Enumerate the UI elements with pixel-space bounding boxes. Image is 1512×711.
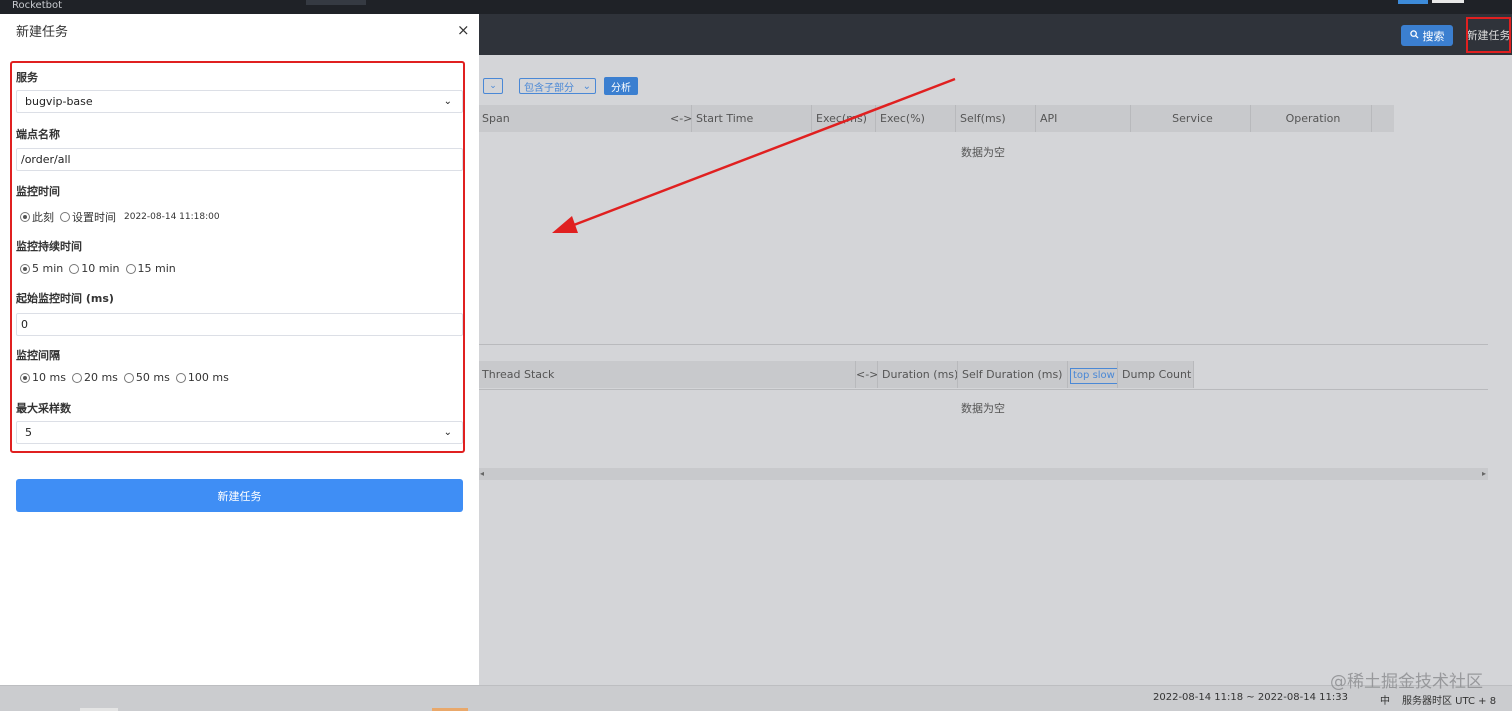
interval-10ms[interactable]: 10 ms — [20, 371, 66, 384]
col-start-time[interactable]: Start Time — [692, 105, 812, 132]
thread-table-empty: 数据为空 — [961, 402, 1005, 415]
col-operation[interactable]: Operation — [1251, 105, 1372, 132]
col-exec-pct[interactable]: Exec(%) — [876, 105, 956, 132]
close-icon[interactable]: × — [457, 22, 470, 38]
max-samples-select[interactable]: 5 ⌄ — [16, 421, 463, 444]
time-range[interactable]: 2022-08-14 11:18 ~ 2022-08-14 11:33 — [1153, 692, 1348, 703]
radio-unchecked-icon[interactable] — [69, 263, 80, 274]
start-time-input[interactable]: 0 — [16, 313, 463, 336]
interval-20ms[interactable]: 20 ms — [71, 371, 118, 384]
new-task-button[interactable]: 新建任务 — [1466, 17, 1511, 53]
max-samples-value: 5 — [25, 426, 32, 439]
chevron-down-icon: ⌄ — [489, 81, 497, 91]
span-table-empty: 数据为空 — [961, 146, 1005, 159]
include-children-select[interactable]: 包含子部分 ⌄ — [519, 78, 596, 94]
language-switch[interactable]: 中 — [1380, 692, 1390, 707]
thread-table-header: Thread Stack <-> Duration (ms) Self Dura… — [478, 361, 1194, 388]
duration-label: 监控持续时间 — [16, 240, 82, 253]
radio-checked-icon[interactable] — [20, 263, 30, 274]
service-select[interactable]: bugvip-base ⌄ — [16, 90, 463, 113]
endpoint-input[interactable]: /order/all — [16, 148, 463, 171]
monitor-time-now[interactable]: 此刻 — [20, 209, 54, 225]
new-task-drawer: 新建任务 × 服务 bugvip-base ⌄ 端点名称 /order/all … — [0, 14, 479, 685]
drawer-title: 新建任务 — [16, 25, 69, 40]
radio-unchecked-icon[interactable] — [175, 372, 186, 383]
start-time-label: 起始监控时间 (ms) — [16, 292, 114, 305]
top-slow-toggle[interactable]: top slow — [1070, 368, 1117, 384]
chevron-down-icon: ⌄ — [582, 80, 591, 92]
scroll-left-icon[interactable]: ◂ — [480, 468, 484, 480]
col-self-ms[interactable]: Self(ms) — [956, 105, 1036, 132]
col-duration[interactable]: Duration (ms) — [878, 361, 958, 388]
duration-5min[interactable]: 5 min — [20, 262, 63, 275]
col-dump-count[interactable]: Dump Count — [1118, 361, 1194, 388]
span-table-header: Span <-> Start Time Exec(ms) Exec(%) Sel… — [478, 105, 1394, 132]
search-button[interactable]: 搜索 — [1401, 25, 1453, 46]
chevron-down-icon: ⌄ — [443, 96, 452, 107]
status-bar: 2022-08-14 11:18 ~ 2022-08-14 11:33 中 服务… — [0, 685, 1512, 711]
app-brand: Rocketbot — [12, 0, 63, 11]
col-thread-stack[interactable]: Thread Stack — [478, 361, 856, 388]
monitor-time-radio-group: 此刻 设置时间 2022-08-14 11:18:00 — [20, 209, 220, 225]
col-span[interactable]: Span — [478, 105, 692, 132]
radio-checked-icon[interactable] — [20, 372, 30, 383]
interval-radio-group: 10 ms 20 ms 50 ms 100 ms — [20, 371, 235, 384]
radio-checked-icon[interactable] — [20, 212, 30, 222]
col-exec-ms[interactable]: Exec(ms) — [812, 105, 876, 132]
top-right-button[interactable] — [1398, 0, 1428, 4]
server-timezone: 服务器时区 UTC + 8 — [1402, 696, 1497, 707]
duration-15min[interactable]: 15 min — [125, 262, 176, 275]
create-task-button[interactable]: 新建任务 — [16, 479, 463, 512]
service-label: 服务 — [16, 71, 38, 84]
duration-10min[interactable]: 10 min — [69, 262, 120, 275]
radio-unchecked-icon[interactable] — [123, 372, 134, 383]
max-samples-label: 最大采样数 — [16, 402, 71, 415]
monitor-time-label: 监控时间 — [16, 185, 60, 198]
col-resize[interactable]: <-> — [856, 361, 878, 388]
top-tab[interactable] — [306, 0, 366, 5]
analyze-button[interactable]: 分析 — [604, 77, 638, 95]
endpoint-label: 端点名称 — [16, 128, 60, 141]
filter-select[interactable]: ⌄ — [483, 78, 503, 94]
include-children-value: 包含子部分 — [524, 82, 574, 94]
radio-unchecked-icon[interactable] — [60, 212, 70, 222]
scroll-right-icon[interactable]: ▸ — [1482, 468, 1486, 480]
col-api[interactable]: API — [1036, 105, 1131, 132]
horizontal-scrollbar[interactable]: ◂ ▸ — [478, 468, 1488, 480]
search-button-label: 搜索 — [1422, 29, 1445, 43]
app-bar: Rocketbot — [0, 0, 1512, 14]
search-icon — [1409, 29, 1419, 42]
chevron-down-icon: ⌄ — [443, 427, 452, 438]
col-service[interactable]: Service — [1131, 105, 1251, 132]
interval-50ms[interactable]: 50 ms — [123, 371, 170, 384]
top-right-button-secondary[interactable] — [1432, 0, 1464, 3]
duration-radio-group: 5 min 10 min 15 min — [20, 262, 182, 275]
interval-label: 监控间隔 — [16, 349, 60, 362]
divider — [478, 389, 1488, 390]
watermark: @稀土掘金技术社区 — [1330, 672, 1483, 692]
service-value: bugvip-base — [25, 95, 93, 108]
col-self-duration[interactable]: Self Duration (ms) — [958, 361, 1068, 388]
divider — [478, 344, 1488, 345]
col-top-slow[interactable]: top slow — [1068, 361, 1118, 388]
radio-unchecked-icon[interactable] — [125, 263, 136, 274]
col-resize[interactable]: <-> — [670, 105, 692, 132]
monitor-time-custom[interactable]: 设置时间 — [60, 209, 116, 225]
interval-100ms[interactable]: 100 ms — [175, 371, 229, 384]
radio-unchecked-icon[interactable] — [71, 372, 82, 383]
annotation-highlight-box — [10, 61, 465, 453]
monitor-time-timestamp: 2022-08-14 11:18:00 — [124, 212, 220, 222]
